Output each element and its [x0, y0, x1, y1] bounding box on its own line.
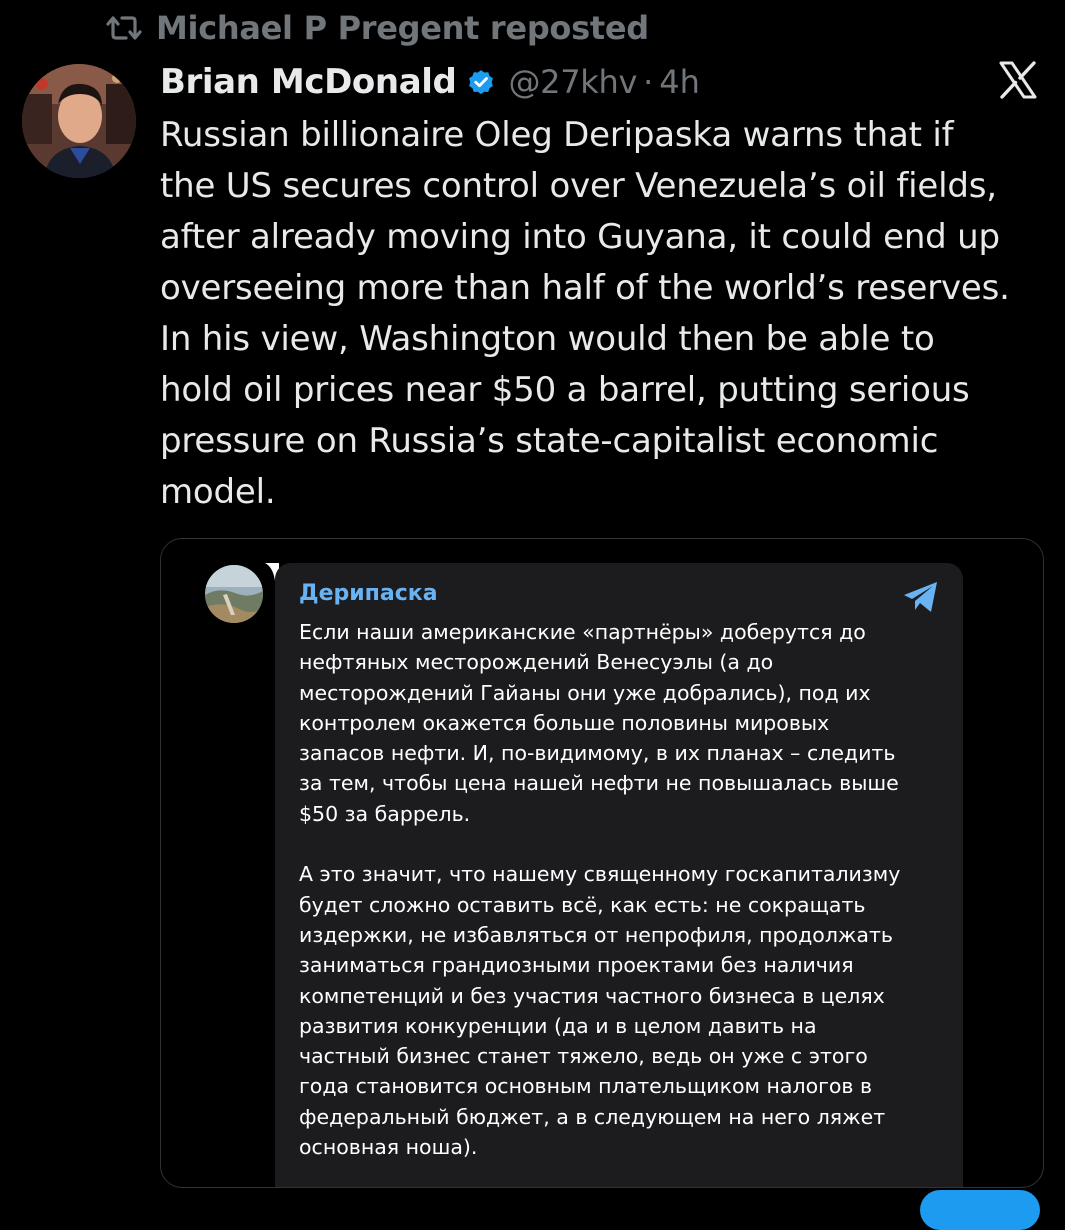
message-line: нефтяных месторождений Венесуэлы (а до — [299, 650, 774, 675]
tweet-line: overseeing more than half of the world’s… — [160, 268, 1010, 308]
telegram-icon — [901, 579, 941, 615]
message-line: месторождений Гайаны они уже добрались),… — [299, 680, 871, 705]
timestamp[interactable]: 4h — [659, 63, 700, 101]
telegram-message-text: Если наши американские «партнёры» доберу… — [299, 617, 949, 1162]
tweet-line: model. — [160, 472, 276, 512]
tweet-header: Brian McDonald @27khv · 4h — [160, 56, 700, 108]
message-line: Если наши американские «партнёры» доберу… — [299, 620, 866, 644]
tweet-text: Russian billionaire Oleg Deripaska warns… — [160, 110, 1050, 518]
tweet-line: the US secures control over Venezuela’s … — [160, 166, 997, 206]
message-line: контролем окажется больше половины миров… — [299, 710, 830, 735]
message-line: $50 за баррель. — [299, 801, 471, 826]
x-logo-icon — [998, 60, 1038, 100]
tweet-line: pressure on Russia’s state-capitalist ec… — [160, 421, 939, 461]
message-line: будет сложно оставить всё, как есть: не … — [299, 892, 866, 917]
tweet-line: hold oil prices near $50 a barrel, putti… — [160, 370, 970, 410]
tweet-line: after already moving into Guyana, it cou… — [160, 217, 1000, 257]
message-line: развития конкуренции (да и в целом давит… — [299, 1013, 817, 1038]
verified-badge-icon — [466, 67, 496, 97]
message-line: компетенций и без участия частного бизне… — [299, 983, 885, 1008]
message-line: года становится основным плательщиком на… — [299, 1074, 873, 1099]
author-name[interactable]: Brian McDonald — [160, 62, 457, 102]
channel-avatar — [205, 565, 263, 623]
tweet-media-image[interactable]: Дерипаска Если наши американские «партнё… — [160, 538, 1044, 1188]
repost-label[interactable]: Michael P Pregent reposted — [156, 9, 649, 47]
separator-dot: · — [643, 63, 654, 101]
author-avatar[interactable] — [22, 64, 136, 178]
repost-icon — [106, 13, 142, 43]
message-line: основная ноша). — [299, 1135, 478, 1160]
channel-name: Дерипаска — [299, 581, 438, 606]
floating-action-button[interactable] — [920, 1190, 1040, 1230]
tweet-line: In his view, Washington would then be ab… — [160, 319, 935, 359]
author-handle[interactable]: @27khv — [508, 63, 637, 101]
message-line: частный бизнес станет тяжело, ведь он уж… — [299, 1044, 868, 1069]
telegram-message-bubble: Дерипаска Если наши американские «партнё… — [275, 563, 963, 1187]
message-line: заниматься грандиозными проектами без на… — [299, 953, 854, 978]
message-line: федеральный бюджет, а в следующем на нег… — [299, 1104, 886, 1129]
tweet-line: Russian billionaire Oleg Deripaska warns… — [160, 115, 954, 155]
message-line: А это значит, что нашему священному госк… — [299, 862, 901, 887]
message-line: издержки, не избавляться от непрофиля, п… — [299, 922, 893, 947]
message-line: запасов нефти. И, по-видимому, в их план… — [299, 741, 896, 766]
repost-indicator[interactable]: Michael P Pregent reposted — [106, 6, 649, 50]
message-line: за тем, чтобы цена нашей нефти не повыша… — [299, 771, 899, 796]
